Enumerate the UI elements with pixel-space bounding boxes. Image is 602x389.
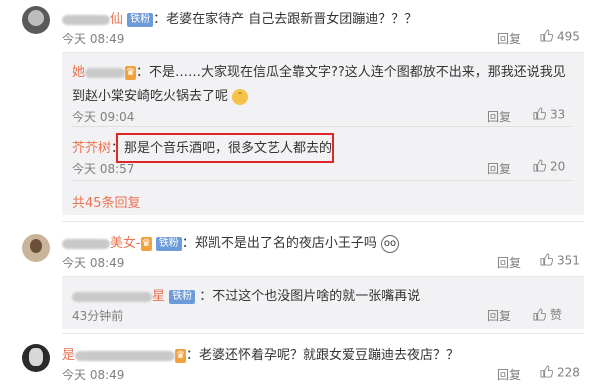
blurred-username bbox=[72, 291, 152, 302]
highlight-box bbox=[116, 133, 334, 163]
commenter-name[interactable]: 美女- bbox=[110, 236, 141, 251]
reply-author[interactable]: 星 bbox=[152, 289, 165, 304]
like-count: 351 bbox=[557, 253, 580, 268]
like-button[interactable]: 495 bbox=[540, 29, 580, 45]
divider bbox=[62, 221, 584, 222]
like-count: 33 bbox=[550, 107, 566, 122]
blurred-username bbox=[75, 350, 176, 361]
like-button[interactable]: 33 bbox=[533, 107, 565, 123]
reply-button[interactable]: 回复 bbox=[497, 366, 521, 383]
commenter-name[interactable]: 仙 bbox=[110, 12, 123, 27]
comment-time: 今天 08:49 bbox=[62, 368, 125, 382]
blurred-username bbox=[62, 14, 110, 25]
fan-badge: 铁粉 bbox=[169, 289, 196, 304]
fan-badge: 铁粉 bbox=[155, 236, 182, 251]
reply-button[interactable]: 回复 bbox=[487, 307, 511, 324]
reply-time: 今天 09:04 bbox=[72, 110, 135, 124]
commenter-name[interactable]: 是 bbox=[62, 348, 75, 363]
like-count: 20 bbox=[550, 159, 566, 174]
like-count: 495 bbox=[557, 29, 580, 44]
like-count: 228 bbox=[557, 365, 580, 380]
crying-emoji-icon: ᵔ bbox=[232, 88, 249, 105]
vip-icon: ♛ bbox=[140, 236, 152, 251]
like-button[interactable]: 228 bbox=[540, 365, 580, 381]
glasses-emoji-icon: oo bbox=[380, 234, 399, 253]
like-button[interactable]: 赞 bbox=[533, 306, 562, 324]
thumbs-up-icon bbox=[540, 29, 554, 45]
reply-text: ：不是……大家现在信瓜全靠文字??这人连个图都放不出来，那我还说我见到赵小棠安崎… bbox=[72, 65, 566, 104]
reply-time: 43分钟前 bbox=[72, 309, 124, 323]
comment-2-header: 美女-♛ 铁粉 ：郑凯不是出了名的夜店小王子吗 oo bbox=[62, 232, 399, 253]
avatar[interactable] bbox=[22, 234, 50, 262]
comment-text: ：郑凯不是出了名的夜店小王子吗 bbox=[181, 236, 377, 251]
like-count: 赞 bbox=[550, 308, 563, 322]
comment-1-header: 仙 铁粉 ：老婆在家待产 自己去跟新晋女团蹦迪？？？ bbox=[62, 8, 417, 27]
reply-time: 今天 08:57 bbox=[72, 162, 135, 176]
vip-icon: ♛ bbox=[125, 65, 136, 80]
comment-3-header: 是 ♛：老婆还怀着孕呢？就跟女爱豆蹦迪去夜店？？ bbox=[62, 344, 459, 363]
divider bbox=[62, 333, 584, 334]
more-replies-link[interactable]: 共45条回复 bbox=[72, 192, 141, 211]
comment-time: 今天 08:49 bbox=[62, 256, 125, 270]
reply-button[interactable]: 回复 bbox=[497, 254, 521, 271]
thumbs-up-icon bbox=[540, 253, 554, 269]
thumbs-up-icon bbox=[533, 307, 547, 324]
reply-author[interactable]: 她 bbox=[72, 65, 85, 80]
reply-button[interactable]: 回复 bbox=[487, 160, 511, 177]
fan-badge: 铁粉 bbox=[127, 12, 154, 27]
reply-button[interactable]: 回复 bbox=[497, 30, 521, 47]
comment-text: ：老婆还怀着孕呢？就跟女爱豆蹦迪去夜店？？ bbox=[185, 348, 459, 363]
reply-button[interactable]: 回复 bbox=[487, 108, 511, 125]
thumbs-up-icon bbox=[540, 365, 554, 381]
vip-icon: ♛ bbox=[175, 348, 186, 363]
comment-time: 今天 08:49 bbox=[62, 32, 125, 46]
thumbs-up-icon bbox=[533, 107, 547, 123]
avatar[interactable] bbox=[22, 344, 50, 372]
reply-text: ：不过这个也没图片啥的就一张嘴再说 bbox=[199, 289, 421, 304]
like-button[interactable]: 351 bbox=[540, 253, 580, 269]
blurred-username bbox=[85, 67, 126, 78]
avatar[interactable] bbox=[22, 6, 50, 34]
divider bbox=[72, 126, 572, 127]
reply-3: 星 铁粉 ：不过这个也没图片啥的就一张嘴再说 bbox=[72, 285, 420, 304]
thumbs-up-icon bbox=[533, 159, 547, 175]
like-button[interactable]: 20 bbox=[533, 159, 565, 175]
blurred-username bbox=[62, 238, 110, 249]
reply-author[interactable]: 芥芥树 bbox=[72, 141, 111, 156]
comment-text: ：老婆在家待产 自己去跟新晋女团蹦迪？？？ bbox=[153, 12, 418, 27]
reply-1: 她 ♛：不是……大家现在信瓜全靠文字??这人连个图都放不出来，那我还说我见到赵小棠… bbox=[72, 61, 572, 109]
divider bbox=[72, 180, 572, 181]
